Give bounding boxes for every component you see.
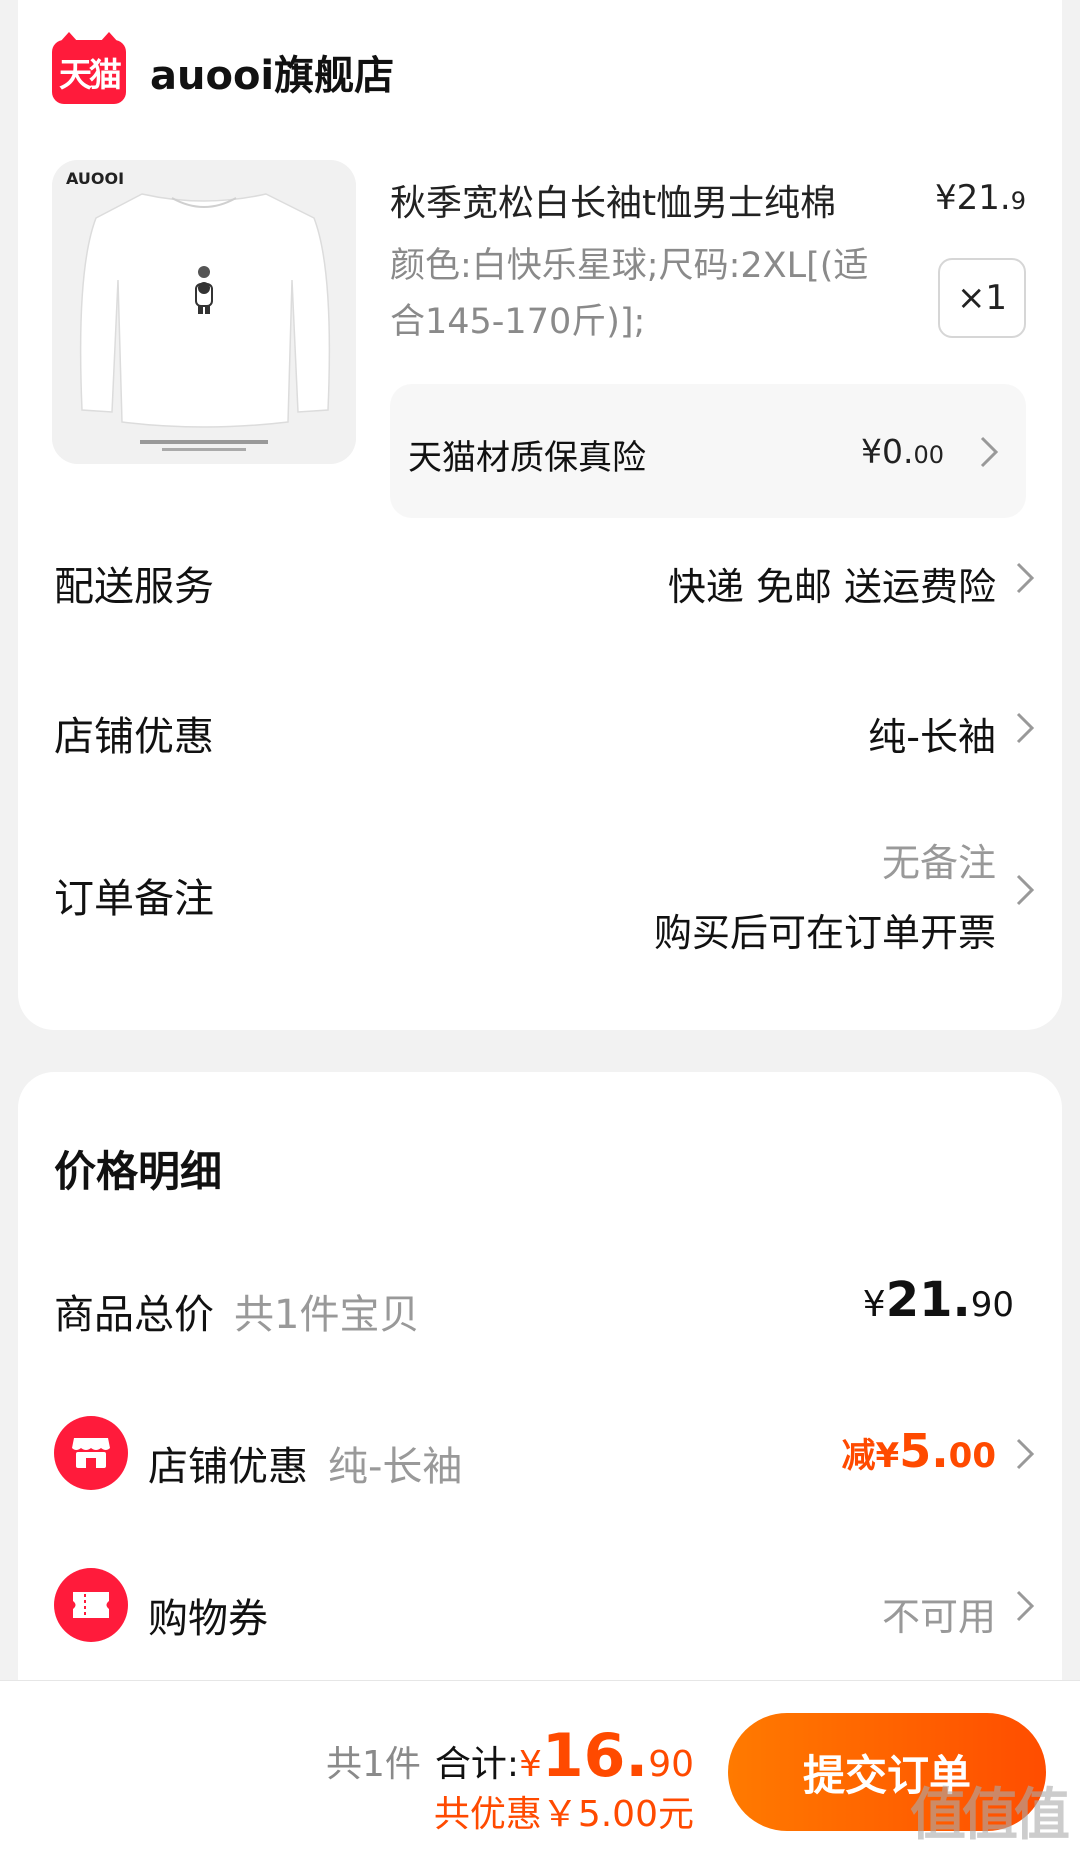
shop-discount-label: 店铺优惠 纯-长袖 (148, 1434, 462, 1492)
chevron-right-icon (1016, 874, 1035, 906)
chevron-right-icon (1016, 1590, 1035, 1622)
total-label: 合计: (434, 1744, 519, 1785)
voucher-label: 购物券 (148, 1596, 268, 1642)
price-detail-title: 价格明细 (54, 1147, 223, 1196)
shop-icon (54, 1416, 128, 1490)
product-spec-line: 颜色:白快乐星球;尺码:2XL[(适 (390, 246, 869, 286)
shop-discount-text: 店铺优惠 (148, 1444, 308, 1490)
chevron-right-icon (1016, 562, 1035, 594)
invoice-hint: 购买后可在订单开票 (653, 911, 996, 955)
tmall-logo-icon: 天猫 (52, 32, 126, 104)
ticket-icon (54, 1568, 128, 1642)
watermark: 值值值 (910, 1783, 1070, 1848)
store-header[interactable]: 天猫 auooi旗舰店 (52, 32, 394, 104)
total-amount: ¥16.90 (518, 1721, 694, 1791)
shop-discount-amount: 减¥5.00 (841, 1424, 996, 1478)
product-price: ¥21.9 (935, 178, 1026, 218)
shop-coupon-label: 店铺优惠 (54, 714, 214, 760)
product-image[interactable]: AUOOI (52, 160, 356, 464)
goods-count: 共1件宝贝 (234, 1292, 420, 1338)
delivery-value: 快递 免邮 送运费险 (667, 565, 996, 609)
voucher-value: 不可用 (881, 1595, 996, 1639)
goods-total-text: 商品总价 (54, 1292, 214, 1338)
order-card: 天猫 auooi旗舰店 AUOOI 秋季宽松白长袖t恤男士纯棉 ¥21.9 颜色… (18, 0, 1062, 1030)
chevron-right-icon (1016, 1438, 1035, 1470)
store-name[interactable]: auooi旗舰店 (150, 43, 394, 101)
delivery-label: 配送服务 (54, 564, 214, 610)
order-note-value: 无备注 (881, 841, 996, 885)
insurance-price: ¥0.00 (860, 432, 944, 471)
product-spec[interactable]: 颜色:白快乐星球;尺码:2XL[(适 合145-170斤)]; (390, 238, 880, 350)
order-note-label: 订单备注 (54, 876, 214, 922)
shop-discount-sub: 纯-长袖 (328, 1444, 463, 1490)
quantity-stepper[interactable]: ×1 (938, 258, 1026, 338)
svg-text:AUOOI: AUOOI (66, 169, 124, 188)
item-count: 共1件 (325, 1744, 421, 1785)
chevron-right-icon (1016, 712, 1035, 744)
chevron-right-icon (980, 436, 999, 468)
goods-total-label: 商品总价 共1件宝贝 (54, 1282, 419, 1340)
order-total: 共1件 合计:¥16.90 (326, 1721, 694, 1791)
shop-coupon-value: 纯-长袖 (868, 715, 996, 759)
product-spec-line: 合145-170斤)]; (390, 302, 646, 342)
saved-amount: 共优惠￥5.00元 (433, 1794, 694, 1835)
goods-total-price: ¥21.90 (862, 1272, 1014, 1328)
insurance-label: 天猫材质保真险 (408, 438, 646, 478)
product-title[interactable]: 秋季宽松白长袖t恤男士纯棉 (390, 174, 836, 226)
insurance-row[interactable]: 天猫材质保真险 ¥0.00 (390, 384, 1026, 518)
